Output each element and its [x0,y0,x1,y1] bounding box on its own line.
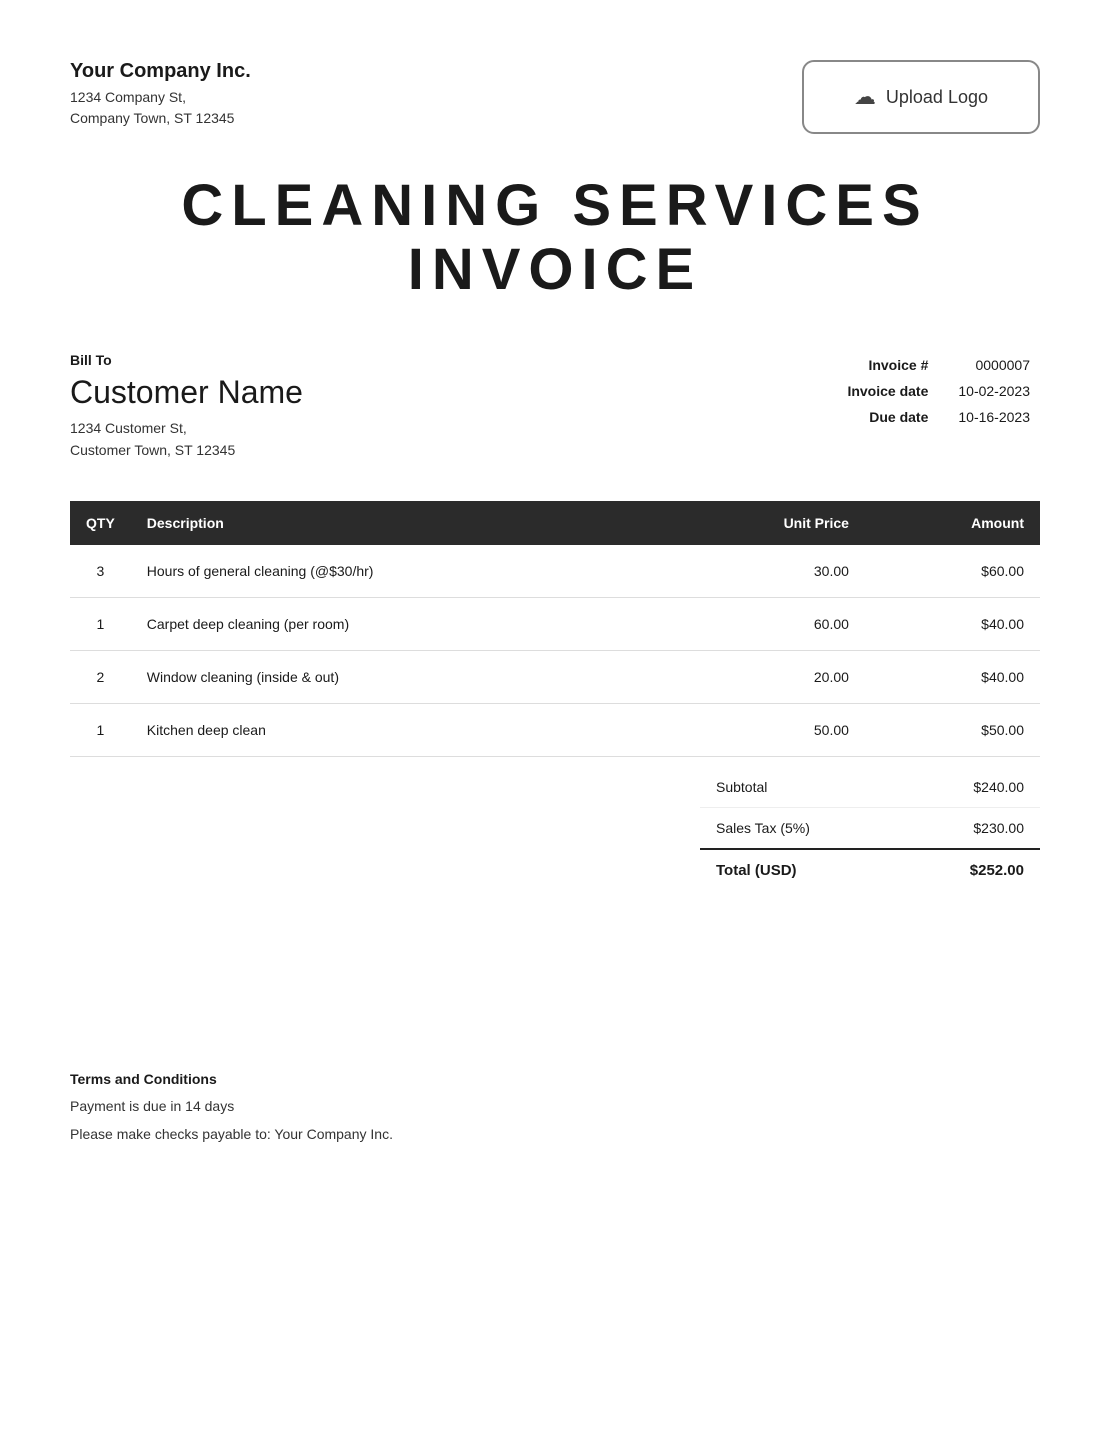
invoice-meta: Invoice # 0000007 Invoice date 10-02-202… [837,352,1040,430]
row-qty: 3 [70,545,131,598]
row-amount: $40.00 [865,598,1040,651]
row-unit-price: 60.00 [664,598,865,651]
row-qty: 1 [70,704,131,757]
row-description: Kitchen deep clean [131,704,664,757]
table-row: 1 Kitchen deep clean 50.00 $50.00 [70,704,1040,757]
row-description: Window cleaning (inside & out) [131,651,664,704]
col-header-amount: Amount [865,501,1040,545]
upload-logo-label: Upload Logo [886,87,988,108]
table-header-row: QTY Description Unit Price Amount [70,501,1040,545]
subtotal-value: $240.00 [902,767,1040,808]
table-row: 2 Window cleaning (inside & out) 20.00 $… [70,651,1040,704]
invoice-title: CLEANING SERVICES INVOICE [70,174,1040,302]
total-label: Total (USD) [700,849,902,891]
table-row: 1 Carpet deep cleaning (per room) 60.00 … [70,598,1040,651]
items-table: QTY Description Unit Price Amount 3 Hour… [70,501,1040,757]
header-section: Your Company Inc. 1234 Company St, Compa… [70,60,1040,134]
terms-section: Terms and Conditions Payment is due in 1… [70,1071,1040,1147]
cloud-upload-icon: ☁ [854,84,876,110]
row-amount: $50.00 [865,704,1040,757]
row-amount: $40.00 [865,651,1040,704]
col-header-unit-price: Unit Price [664,501,865,545]
row-unit-price: 20.00 [664,651,865,704]
customer-address: 1234 Customer St, Customer Town, ST 1234… [70,417,303,462]
customer-address-line1: 1234 Customer St, [70,420,187,436]
terms-line2: Please make checks payable to: Your Comp… [70,1123,1040,1147]
total-value: $252.00 [902,849,1040,891]
terms-title: Terms and Conditions [70,1071,1040,1087]
company-address-line1: 1234 Company St, [70,89,186,105]
tax-label: Sales Tax (5%) [700,808,902,850]
invoice-number-label: Invoice # [837,352,948,378]
upload-logo-button[interactable]: ☁ Upload Logo [802,60,1040,134]
due-date-value: 10-16-2023 [948,404,1040,430]
col-header-description: Description [131,501,664,545]
invoice-date-label: Invoice date [837,378,948,404]
company-info: Your Company Inc. 1234 Company St, Compa… [70,60,251,129]
row-description: Carpet deep cleaning (per room) [131,598,664,651]
row-qty: 1 [70,598,131,651]
table-row: 3 Hours of general cleaning (@$30/hr) 30… [70,545,1040,598]
tax-row: Sales Tax (5%) $230.00 [700,808,1040,850]
bill-section: Bill To Customer Name 1234 Customer St, … [70,352,1040,462]
row-description: Hours of general cleaning (@$30/hr) [131,545,664,598]
bill-to-block: Bill To Customer Name 1234 Customer St, … [70,352,303,462]
customer-address-line2: Customer Town, ST 12345 [70,442,235,458]
customer-name: Customer Name [70,374,303,411]
totals-section: Subtotal $240.00 Sales Tax (5%) $230.00 … [70,767,1040,891]
terms-line1: Payment is due in 14 days [70,1095,1040,1119]
company-name: Your Company Inc. [70,60,251,83]
row-unit-price: 30.00 [664,545,865,598]
row-amount: $60.00 [865,545,1040,598]
invoice-date-value: 10-02-2023 [948,378,1040,404]
tax-value: $230.00 [902,808,1040,850]
row-unit-price: 50.00 [664,704,865,757]
company-address: 1234 Company St, Company Town, ST 12345 [70,87,251,129]
subtotal-label: Subtotal [700,767,902,808]
bill-to-label: Bill To [70,352,303,368]
total-row: Total (USD) $252.00 [700,849,1040,891]
company-address-line2: Company Town, ST 12345 [70,110,234,126]
subtotal-row: Subtotal $240.00 [700,767,1040,808]
row-qty: 2 [70,651,131,704]
due-date-label: Due date [837,404,948,430]
col-header-qty: QTY [70,501,131,545]
totals-table: Subtotal $240.00 Sales Tax (5%) $230.00 … [700,767,1040,891]
invoice-number-value: 0000007 [948,352,1040,378]
